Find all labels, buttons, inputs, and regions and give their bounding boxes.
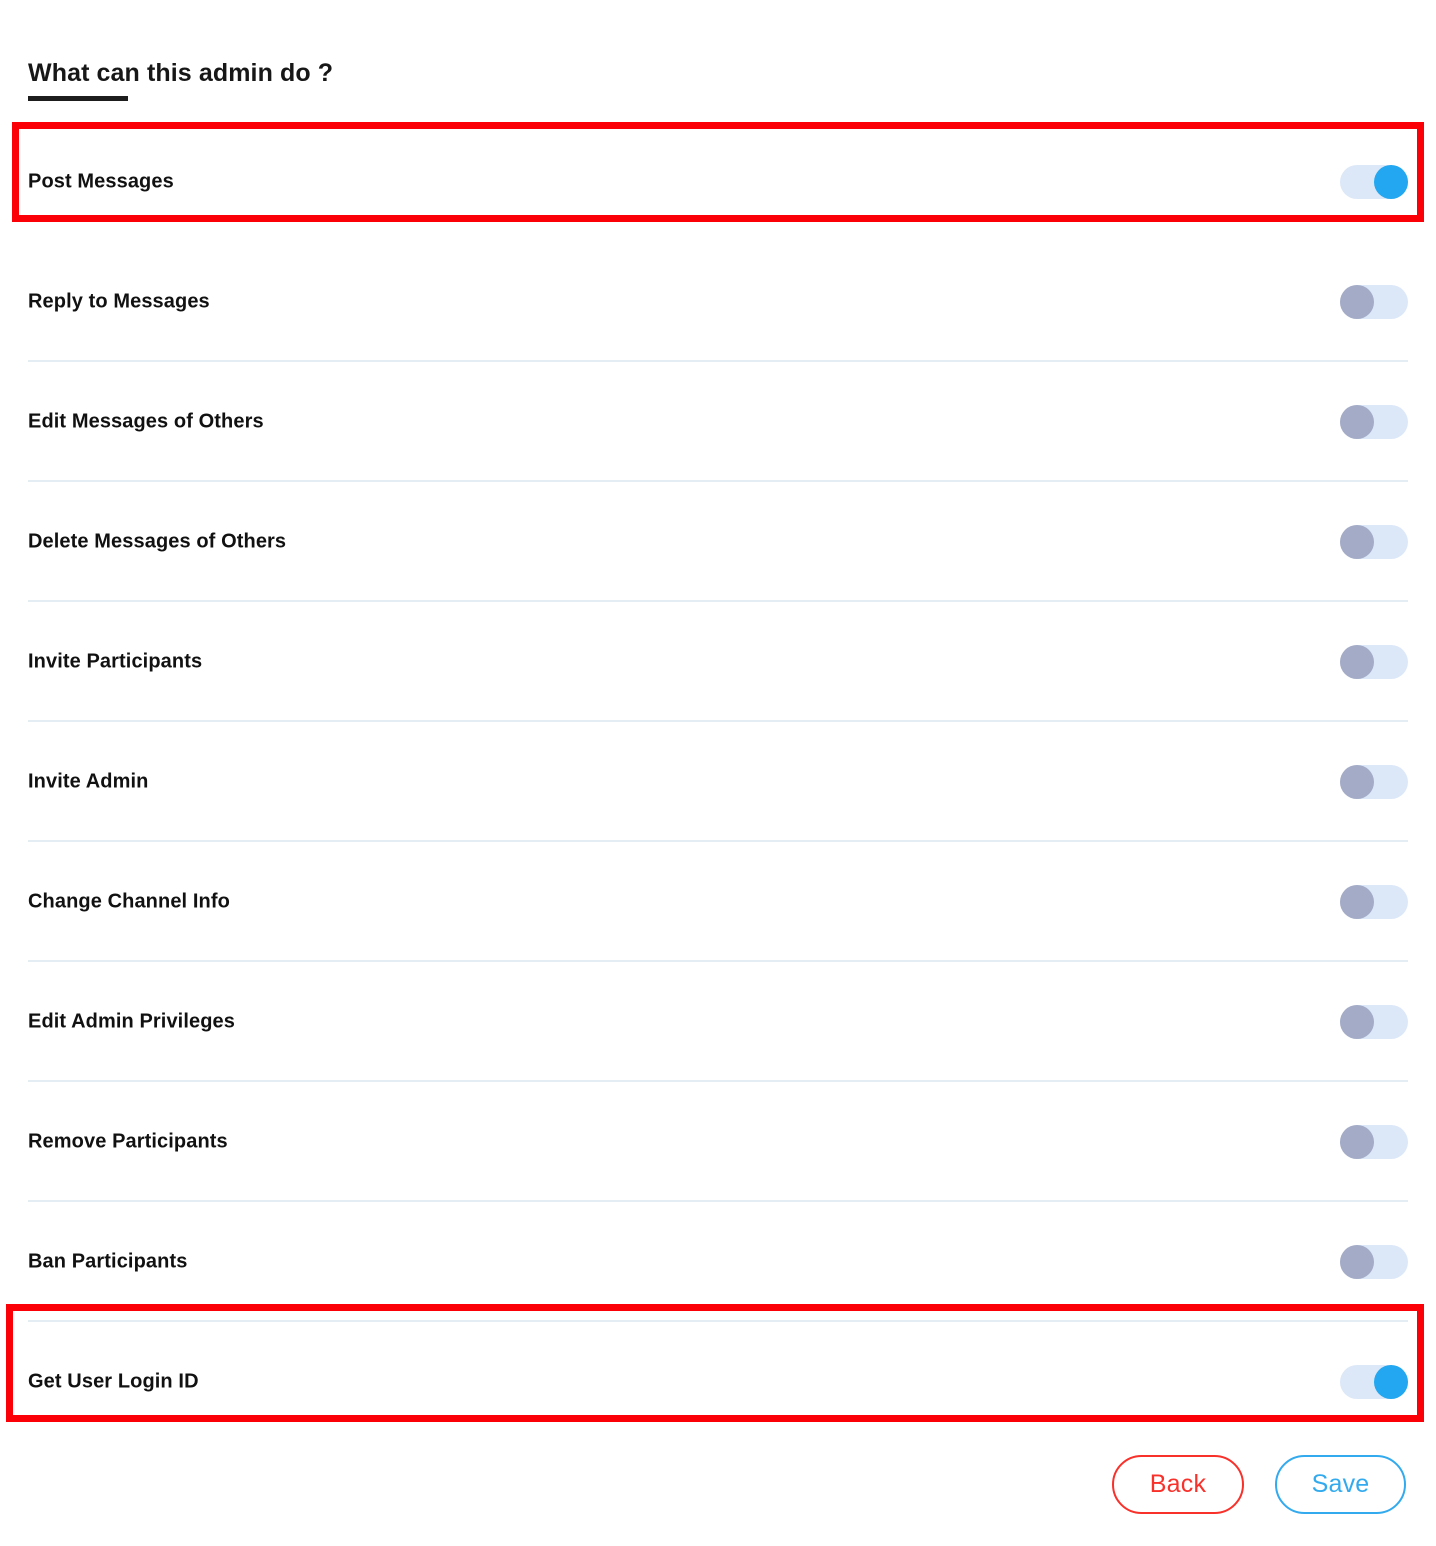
permission-label: Remove Participants [28, 1130, 228, 1153]
toggle-thumb-icon [1340, 765, 1374, 799]
permission-toggle[interactable] [1340, 1245, 1408, 1279]
permission-toggle[interactable] [1340, 645, 1408, 679]
title-underline [28, 96, 128, 101]
toggle-thumb-icon [1374, 1365, 1408, 1399]
permission-toggle[interactable] [1340, 525, 1408, 559]
permission-list: Post Messages Reply to Messages Edit Messa… [0, 122, 1436, 1442]
footer-actions: Back Save [0, 1455, 1436, 1517]
permission-row: Invite Admin [0, 722, 1436, 842]
permission-label: Invite Participants [28, 650, 203, 673]
permission-toggle[interactable] [1340, 165, 1408, 199]
permission-label: Edit Admin Privileges [28, 1010, 235, 1033]
permission-label: Invite Admin [28, 770, 149, 793]
permission-toggle[interactable] [1340, 885, 1408, 919]
permission-row: Edit Messages of Others [0, 362, 1436, 482]
permission-label: Edit Messages of Others [28, 410, 264, 433]
page-title: What can this admin do ? [28, 58, 334, 87]
save-button[interactable]: Save [1275, 1455, 1406, 1514]
toggle-thumb-icon [1340, 405, 1374, 439]
toggle-thumb-icon [1340, 525, 1374, 559]
toggle-thumb-icon [1374, 165, 1408, 199]
permission-row: Delete Messages of Others [0, 482, 1436, 602]
permission-label: Post Messages [28, 170, 174, 193]
permission-label: Change Channel Info [28, 890, 230, 913]
permission-toggle[interactable] [1340, 285, 1408, 319]
toggle-thumb-icon [1340, 645, 1374, 679]
toggle-thumb-icon [1340, 885, 1374, 919]
permission-row: Get User Login ID [0, 1322, 1436, 1442]
permission-toggle[interactable] [1340, 765, 1408, 799]
toggle-thumb-icon [1340, 1005, 1374, 1039]
permission-row: Remove Participants [0, 1082, 1436, 1202]
permission-row: Post Messages [0, 122, 1436, 242]
permission-row: Invite Participants [0, 602, 1436, 722]
permission-toggle[interactable] [1340, 405, 1408, 439]
toggle-thumb-icon [1340, 285, 1374, 319]
permission-row: Ban Participants [0, 1202, 1436, 1322]
permission-label: Delete Messages of Others [28, 530, 287, 553]
back-button[interactable]: Back [1112, 1455, 1244, 1514]
toggle-thumb-icon [1340, 1245, 1374, 1279]
admin-permissions-page: What can this admin do ? Post Messages Re… [0, 0, 1436, 1546]
permission-label: Reply to Messages [28, 290, 210, 313]
permission-toggle[interactable] [1340, 1365, 1408, 1399]
permission-row: Reply to Messages [0, 242, 1436, 362]
permission-label: Get User Login ID [28, 1370, 199, 1393]
permission-toggle[interactable] [1340, 1125, 1408, 1159]
permission-row: Edit Admin Privileges [0, 962, 1436, 1082]
permission-label: Ban Participants [28, 1250, 188, 1273]
permission-toggle[interactable] [1340, 1005, 1408, 1039]
toggle-thumb-icon [1340, 1125, 1374, 1159]
permission-row: Change Channel Info [0, 842, 1436, 962]
